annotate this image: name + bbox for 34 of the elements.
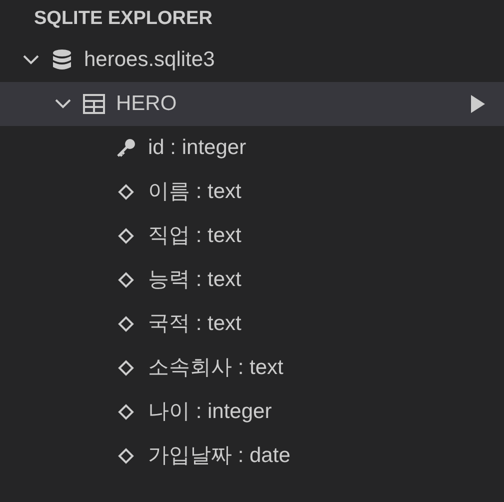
diamond-icon	[118, 316, 134, 332]
tree-item[interactable]: HERO	[0, 82, 504, 126]
panel-title: SQLITE EXPLORER	[34, 6, 212, 31]
item-label: 소속회사 : text	[148, 355, 284, 382]
diamond-icon	[118, 404, 134, 420]
item-label: 국적 : text	[148, 311, 242, 338]
tree-item[interactable]: 국적 : text	[0, 302, 504, 346]
item-label: id : integer	[148, 135, 246, 162]
diamond-icon	[118, 448, 134, 464]
tree-item[interactable]: 나이 : integer	[0, 390, 504, 434]
item-label: HERO	[116, 91, 177, 118]
tree-item[interactable]: 능력 : text	[0, 258, 504, 302]
diamond-icon	[118, 228, 134, 244]
item-label: 이름 : text	[148, 179, 242, 206]
item-label: heroes.sqlite3	[84, 47, 215, 74]
run-icon[interactable]	[470, 94, 486, 114]
database-icon	[52, 49, 72, 71]
chevron-down-icon	[54, 98, 72, 110]
tree-item[interactable]: 소속회사 : text	[0, 346, 504, 390]
item-label: 직업 : text	[148, 223, 242, 250]
item-label: 가입날짜 : date	[148, 443, 290, 470]
key-icon	[116, 138, 136, 158]
table-icon	[83, 94, 105, 114]
chevron-down-icon	[22, 54, 40, 66]
diamond-icon	[118, 272, 134, 288]
tree-item[interactable]: 이름 : text	[0, 170, 504, 214]
tree-item[interactable]: 직업 : text	[0, 214, 504, 258]
item-label: 나이 : integer	[148, 399, 272, 426]
tree-item[interactable]: heroes.sqlite3	[0, 38, 504, 82]
diamond-icon	[118, 360, 134, 376]
diamond-icon	[118, 184, 134, 200]
tree-item[interactable]: id : integer	[0, 126, 504, 170]
item-label: 능력 : text	[148, 267, 242, 294]
tree-item[interactable]: 가입날짜 : date	[0, 434, 504, 478]
